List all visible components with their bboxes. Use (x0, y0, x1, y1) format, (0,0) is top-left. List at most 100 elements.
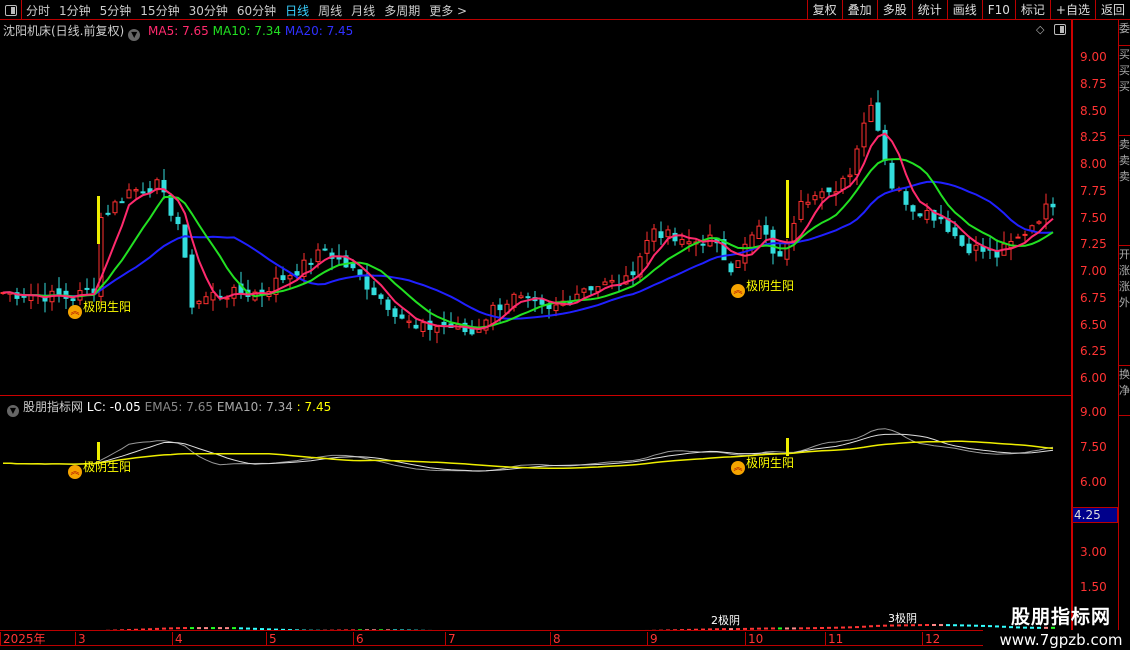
up-arrow-icon: ︽ (731, 461, 745, 475)
month-label: 6 (353, 632, 364, 646)
candle-body (371, 287, 377, 296)
price-axis-line (1071, 20, 1073, 630)
candle-body (420, 322, 426, 332)
signal-label: 极阴生阳 (83, 460, 132, 474)
candle-body (658, 231, 664, 238)
month-label: 2025年 (0, 632, 46, 646)
candle-body (168, 194, 174, 216)
candle-body (126, 189, 132, 199)
candle-body (735, 260, 741, 268)
ma5-line (2, 132, 1054, 331)
month-label: 10 (745, 632, 763, 646)
trend-dot (827, 626, 831, 629)
candle-body (728, 263, 734, 273)
month-label: 3 (75, 632, 86, 646)
candle-body (679, 238, 685, 245)
trend-dot (925, 624, 929, 627)
candle-body (1022, 233, 1028, 236)
candle-body (553, 304, 559, 312)
price-tick: 6.25 (1080, 344, 1107, 359)
trend-dot (820, 626, 824, 629)
candle-body (1015, 236, 1021, 239)
price-tick: 8.25 (1080, 130, 1107, 145)
trend-dot (197, 627, 201, 630)
trend-dot (953, 624, 957, 627)
trend-dot (218, 627, 222, 630)
bottom-label-3: 3极阴 (888, 612, 917, 625)
candle-body (917, 213, 923, 217)
candle-body (924, 210, 930, 220)
trend-dot (960, 624, 964, 627)
signal-label: 极阴生阳 (746, 279, 795, 293)
price-tick: 8.00 (1080, 157, 1107, 171)
candle-body (399, 314, 405, 319)
price-tick: 6.75 (1080, 290, 1107, 305)
candle-body (280, 275, 286, 281)
trend-dot (834, 626, 838, 629)
candle-body (973, 244, 979, 251)
candle-body (875, 102, 881, 131)
month-label: 11 (825, 632, 843, 646)
candle-body (938, 216, 944, 220)
trend-dot (876, 624, 880, 627)
trend-dot (848, 626, 852, 629)
ema5-line (2, 428, 1054, 472)
price-tick: 7.00 (1080, 264, 1107, 278)
candle-body (861, 122, 867, 148)
side-tab-strip[interactable]: 委买买买 卖卖卖 开涨涨外 换净 (1118, 20, 1130, 630)
candle-body (784, 242, 790, 260)
candle-body (847, 174, 853, 178)
candle-body (133, 189, 139, 192)
candle-body (854, 148, 860, 176)
trend-dot (855, 626, 859, 629)
trend-dot (190, 627, 194, 630)
price-tick: 9.00 (1080, 50, 1107, 64)
candle-body (385, 299, 391, 310)
tool-button[interactable]: 返回 (1094, 0, 1130, 20)
trend-dot (204, 627, 208, 630)
chevron-down-icon[interactable]: ▼ (7, 405, 19, 417)
candle-body (588, 286, 594, 291)
indicator-tick: 1.50 (1080, 579, 1107, 594)
candle-body (196, 300, 202, 305)
candle-body (392, 308, 398, 317)
candle-body (952, 227, 958, 237)
trend-dot (176, 627, 180, 630)
month-label: 12 (922, 632, 940, 646)
trend-dot (932, 623, 936, 626)
trend-dot (967, 624, 971, 627)
ema10-value: EMA10: 7.34 (216, 400, 293, 414)
month-label: 8 (550, 632, 561, 646)
candle-body (756, 225, 762, 240)
trend-dot (225, 627, 229, 630)
candle-body (798, 200, 804, 220)
candle-body (434, 326, 440, 333)
watermark-url: www.7gpzb.com (999, 631, 1123, 649)
trend-dot (939, 624, 943, 627)
price-tick: 6.50 (1080, 317, 1107, 332)
candle-body (525, 296, 531, 299)
price-tick: 7.75 (1080, 183, 1107, 198)
month-label: 7 (445, 632, 456, 646)
candle-body (231, 286, 237, 299)
candle-body (1043, 203, 1049, 220)
trend-dot (232, 627, 236, 630)
candle-body (910, 205, 916, 212)
candle-body (413, 324, 419, 329)
candle-body (119, 201, 125, 204)
candle-body (490, 304, 496, 325)
candle-body (630, 271, 636, 276)
candle-body (406, 320, 412, 323)
signal-label: 极阴生阳 (83, 300, 132, 314)
price-tick: 8.50 (1080, 103, 1107, 118)
candle-body (602, 281, 608, 286)
candle-body (791, 222, 797, 242)
candle-body (182, 224, 188, 258)
indicator-tick: 3.00 (1080, 544, 1107, 559)
month-label: 5 (266, 632, 277, 646)
candle-body (686, 241, 692, 245)
candle-body (609, 279, 615, 283)
candle-body (812, 195, 818, 201)
candlestick-chart[interactable] (0, 0, 1070, 630)
candle-body (287, 275, 293, 280)
